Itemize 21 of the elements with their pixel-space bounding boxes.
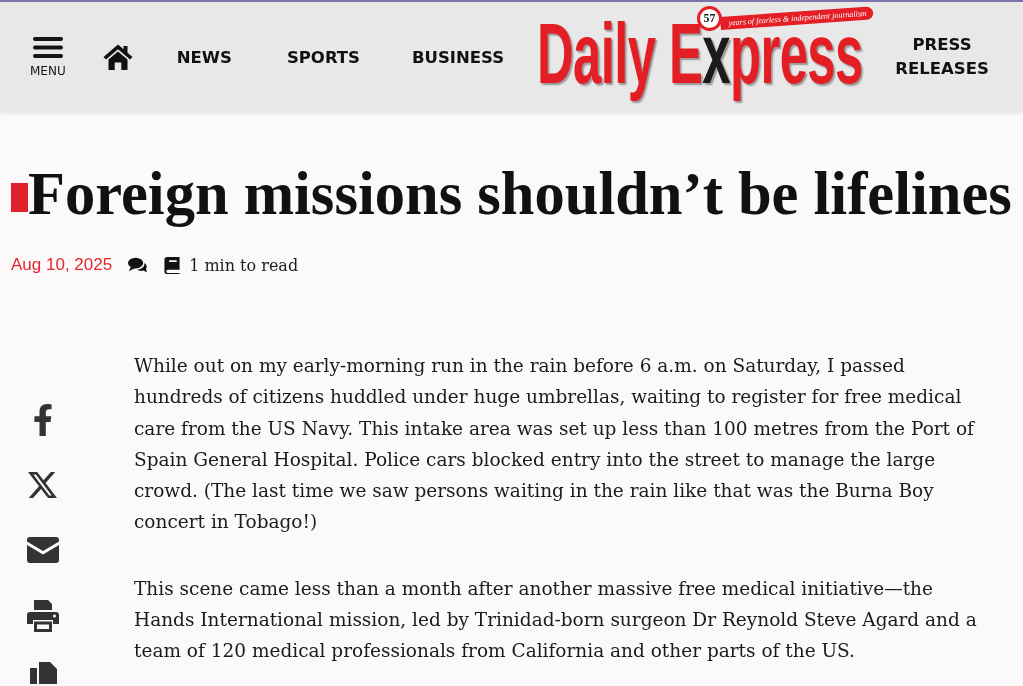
nav-link[interactable]: SPORTS xyxy=(286,47,360,67)
book-icon xyxy=(164,256,181,274)
envelope-icon[interactable] xyxy=(27,537,59,563)
x-logo-icon[interactable] xyxy=(28,470,58,500)
facebook-icon[interactable] xyxy=(33,404,53,436)
article-title: Foreign missions shouldn’t be lifelines xyxy=(28,159,1012,229)
body-paragraph: While out on my early-morning run in the rain before 6 a.m. on Saturday, I passed hundreds of citizens huddled under huge umbrellas, waiting to register for free medical care from the US Navy. This intake area was set up less than 100 metres from the Port of Spain General Hospital. Police cars blocked entry into the street to manage the large crowd. (The last time we saw persons waiting in the rain like that was the Burna Boy concert in Tobago!) xyxy=(134,354,976,535)
body-paragraph: This scene came less than a month after another massive free medical initiative—the Hands International mission, led by Trinidad-born surgeon Dr Reynold Steve Agard and a team of 120 medical professionals from California and other parts of the US. xyxy=(134,576,978,664)
menu-button[interactable]: MENU xyxy=(30,36,66,78)
read-time: 1 min to read xyxy=(189,255,299,275)
home-icon[interactable] xyxy=(102,44,133,70)
copy-icon[interactable] xyxy=(28,662,58,684)
article-date: Aug 10, 2025 xyxy=(11,255,113,275)
title-marker-icon xyxy=(11,183,28,212)
tagline-ribbon: years of fearless & independent journalism xyxy=(720,6,875,30)
nav-link[interactable]: BUSINESS xyxy=(412,47,505,67)
printer-icon[interactable] xyxy=(27,600,59,632)
nav-link[interactable]: PRESS RELEASES xyxy=(892,33,993,81)
menu-icon xyxy=(32,36,63,58)
comments-icon[interactable] xyxy=(128,257,148,273)
nav-link[interactable]: NEWS xyxy=(176,47,232,67)
